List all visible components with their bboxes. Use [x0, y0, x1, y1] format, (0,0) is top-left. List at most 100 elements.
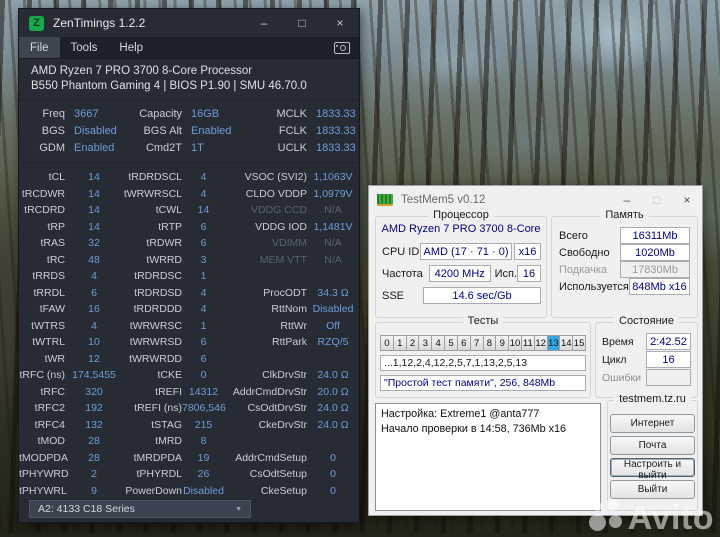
timing-label: tREFI (ns) [134, 402, 182, 415]
status-row: Ошибки [602, 369, 691, 386]
timing-value: 20.0 Ω [317, 385, 349, 398]
timing-value: 4 [91, 319, 97, 332]
minimize-icon[interactable]: – [245, 16, 283, 30]
timing-label: tMOD [37, 435, 65, 448]
status-group: Состояние Время 2:42.52 Цикл 16 Ошибки [595, 315, 698, 398]
zentimings-titlebar: Z ZenTimings 1.2.2 – □ × [19, 9, 359, 37]
test-cell-13[interactable]: 13 [547, 335, 561, 351]
freq-label: BGS Alt [143, 124, 182, 137]
test-cell-0[interactable]: 0 [380, 335, 394, 351]
ram-stick-icon [377, 194, 393, 206]
maximize-icon[interactable]: □ [283, 16, 321, 30]
memory-row: Свободно 1020Mb [559, 244, 690, 261]
test-cell-7[interactable]: 7 [470, 335, 484, 351]
close-icon[interactable]: × [321, 16, 359, 30]
test-cell-4[interactable]: 4 [432, 335, 446, 351]
cpu-id-label: CPU ID [382, 245, 420, 258]
timing-value: 1 [200, 270, 207, 283]
links-group: testmem.tz.ru Интернет Почта Настроить и в… [607, 393, 698, 511]
timing-label: tRAS [40, 237, 65, 250]
memory-profile-selector[interactable]: A2: 4133 C18 Series ▼ [29, 500, 251, 518]
minimize-icon[interactable]: – [612, 193, 642, 207]
menu-item-tools[interactable]: Tools [60, 37, 109, 58]
freq-label: MCLK [276, 107, 307, 120]
test-cell-10[interactable]: 10 [509, 335, 522, 351]
test-cell-6[interactable]: 6 [457, 335, 471, 351]
mail-button[interactable]: Почта [610, 436, 695, 455]
timing-label: tRC [46, 253, 65, 266]
timing-value: 320 [85, 385, 103, 398]
test-cell-11[interactable]: 11 [521, 335, 535, 351]
cpu-info-block: AMD Ryzen 7 PRO 3700 8-Core Processor B5… [19, 59, 359, 100]
menu-item-file[interactable]: File [19, 37, 60, 58]
timing-label: VDDG CCD [250, 204, 307, 217]
memory-value-box: 16311Mb [620, 227, 690, 244]
timings-grid: tCL 14 tRDRDSCL 4 VSOC (SVI2) 1,1063V tRCDWR 14… [19, 169, 359, 499]
test-cell-9[interactable]: 9 [496, 335, 510, 351]
configure-and-exit-button[interactable]: Настроить и выйти [610, 458, 695, 481]
cpu-id-value-box: AMD (17 · 71 · 0) [420, 243, 512, 260]
timing-label: VDDG IOD [255, 220, 307, 233]
memory-row-label: Всего [559, 229, 588, 242]
status-value-box: 2:42.52 [646, 333, 691, 350]
test-cell-14[interactable]: 14 [560, 335, 574, 351]
zentimings-window: Z ZenTimings 1.2.2 – □ × File Tools Help A… [18, 8, 360, 523]
timing-label: tPHYWRL [19, 484, 67, 497]
timing-value: 26 [197, 468, 210, 481]
memory-row-label: Свободно [559, 246, 610, 259]
maximize-icon: □ [653, 193, 661, 207]
chevron-down-icon: ▼ [235, 505, 242, 513]
test-cell-12[interactable]: 12 [534, 335, 548, 351]
timing-label: tREFI [155, 385, 182, 398]
timing-label: tWRWRSC [129, 319, 182, 332]
timing-value: 14 [197, 204, 210, 217]
internet-button[interactable]: Интернет [610, 414, 695, 433]
tests-group: Тесты 0 1 2 3 4 5 6 7 8 9 10 11 12 13 14 15 ...1,12,2,4… [375, 315, 591, 398]
timing-label: tRDRDSCL [128, 171, 182, 184]
freq-value: 3667 [74, 107, 99, 120]
close-icon[interactable]: × [672, 193, 702, 207]
timing-value: 10 [88, 336, 100, 349]
memory-row: Подкачка 17830Mb [559, 261, 690, 278]
exit-button[interactable]: Выйти [610, 480, 695, 499]
timing-label: PowerDown [125, 484, 182, 497]
processor-group-title: Процессор [428, 209, 494, 221]
timing-value: N/A [324, 237, 342, 250]
test-cell-2[interactable]: 2 [406, 335, 420, 351]
frequency-section: Freq 3667 Capacity 16GB MCLK 1833.33 BGS Disabl… [19, 100, 359, 163]
timing-value: 32 [88, 237, 100, 250]
menu-item-help[interactable]: Help [108, 37, 154, 58]
used-threads-label: Исп. [494, 267, 518, 280]
freq-value: Enabled [191, 124, 232, 137]
timing-label: VSOC (SVI2) [244, 171, 307, 184]
timing-label: CsOdtSetup [249, 468, 307, 481]
timing-value: 0 [330, 451, 336, 464]
timing-label: tWRRD [146, 253, 182, 266]
timing-label: tRDRDSC [134, 270, 182, 283]
timing-label: tRRDL [33, 286, 65, 299]
test-cell-5[interactable]: 5 [445, 335, 458, 351]
test-cell-8[interactable]: 8 [483, 335, 497, 351]
timing-value: 4 [200, 286, 207, 299]
test-cell-1[interactable]: 1 [393, 335, 407, 351]
status-row: Цикл 16 [602, 351, 691, 368]
test-cell-15[interactable]: 15 [573, 335, 586, 351]
timing-value: 14 [88, 171, 100, 184]
motherboard-bios-line: B550 Phantom Gaming 4 | BIOS P1.90 | SMU… [31, 80, 307, 92]
freq-label: FCLK [278, 124, 307, 137]
freq-label: GDM [39, 141, 65, 154]
timing-label: CkeSetup [260, 484, 307, 497]
timing-value: 24.0 Ω [317, 402, 349, 415]
screenshot-camera-icon[interactable] [334, 41, 350, 54]
freq-label: Cmd2T [145, 141, 182, 154]
memory-row-label: Подкачка [559, 263, 608, 276]
timing-value: 14 [88, 220, 100, 233]
freq-value: 1833.33 [316, 141, 356, 154]
zentimings-menubar: File Tools Help [19, 37, 359, 59]
tests-group-title: Тесты [462, 315, 504, 327]
timing-value: 6 [200, 352, 207, 365]
test-cell-3[interactable]: 3 [419, 335, 433, 351]
timing-value: 215 [194, 418, 213, 431]
log-listbox[interactable]: Настройка: Extreme1 @anta777 Начало прове… [375, 403, 601, 511]
timing-label: tCWL [155, 204, 182, 217]
